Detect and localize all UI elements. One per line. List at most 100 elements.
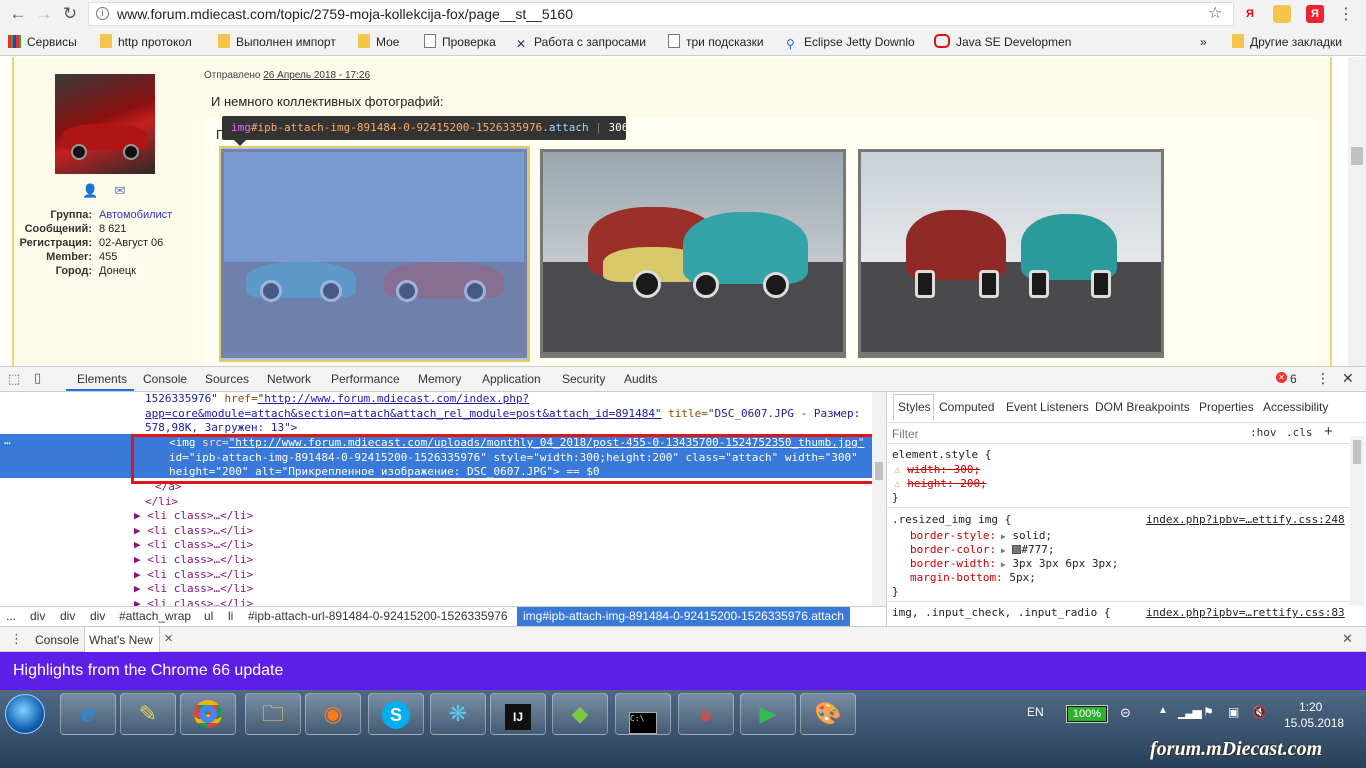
bookmark-apps[interactable]: Сервисы xyxy=(8,34,77,50)
bookmark-queries[interactable]: ✕ Работа с запросами xyxy=(516,34,646,51)
tab-performance[interactable]: Performance xyxy=(331,372,400,386)
breadcrumb-div-2[interactable]: div xyxy=(60,607,75,626)
battery-indicator[interactable]: 100% xyxy=(1066,705,1108,723)
bookmark-star-icon[interactable]: ☆ xyxy=(1208,3,1222,23)
attachment-thumbnail-3[interactable] xyxy=(858,149,1164,358)
bookmark-http[interactable]: http протокол xyxy=(100,34,192,50)
user-profile-icon[interactable]: 👤 xyxy=(82,183,98,199)
error-count[interactable]: 6 xyxy=(1290,372,1297,386)
tab-network[interactable]: Network xyxy=(267,372,311,386)
drawer-tab-whats-new[interactable]: What's New xyxy=(89,633,153,647)
avatar[interactable] xyxy=(55,74,155,174)
message-icon[interactable]: ✉ xyxy=(112,183,128,199)
flag-icon[interactable]: ⚑ xyxy=(1203,705,1214,719)
close-tab-icon[interactable]: ✕ xyxy=(164,632,173,645)
explorer-taskbar-icon[interactable]: 🗀 xyxy=(245,693,301,735)
bookmark-import[interactable]: Выполнен импорт xyxy=(218,34,336,50)
close-drawer-icon[interactable]: ✕ xyxy=(1342,631,1353,647)
address-input[interactable]: i www.forum.mdiecast.com/topic/2759-moja… xyxy=(88,2,1234,26)
tab-audits[interactable]: Audits xyxy=(624,372,657,386)
breadcrumb-selected-img[interactable]: img#ipb-attach-img-891484-0-92415200-152… xyxy=(517,607,850,626)
drawer-menu-icon[interactable]: ⋮ xyxy=(10,631,23,647)
start-button[interactable] xyxy=(5,694,45,734)
breadcrumb-attach-wrap[interactable]: #attach_wrap xyxy=(119,607,191,626)
breadcrumb-ul[interactable]: ul xyxy=(204,607,213,626)
language-indicator[interactable]: EN xyxy=(1027,705,1044,719)
css-border-color[interactable]: border-color: ▶ #777; xyxy=(910,543,1054,558)
breadcrumb-div-3[interactable]: div xyxy=(90,607,105,626)
styles-filter-input[interactable]: Filter :hov .cls + xyxy=(886,422,1366,444)
back-icon[interactable]: ← xyxy=(6,2,30,26)
reload-icon[interactable]: ↻ xyxy=(58,2,82,26)
bookmark-proverka[interactable]: Проверка xyxy=(424,34,496,50)
css-border-style[interactable]: border-style: ▶ solid; xyxy=(910,529,1052,544)
clock-time[interactable]: 1:20 xyxy=(1299,700,1322,714)
css-source-link-2[interactable]: index.php?ipbv=…rettify.css:83 xyxy=(1146,606,1345,619)
css-height-row[interactable]: ⚠ height: 200; xyxy=(894,477,987,491)
bookmark-flag-icon[interactable] xyxy=(1273,5,1291,23)
cls-toggle[interactable]: .cls xyxy=(1286,426,1313,439)
breadcrumb-more[interactable]: ... xyxy=(6,607,16,626)
notepad-taskbar-icon[interactable]: ✎ xyxy=(120,693,176,735)
cmd-taskbar-icon[interactable]: C:\ xyxy=(615,693,671,735)
menu-icon[interactable]: ⋮ xyxy=(1338,4,1354,24)
media-taskbar-icon[interactable]: ▶ xyxy=(740,693,796,735)
tab-elements[interactable]: Elements xyxy=(77,372,127,386)
tab-computed[interactable]: Computed xyxy=(939,400,994,414)
inspect-element-icon[interactable]: ⬚ xyxy=(8,371,20,387)
device-toolbar-icon[interactable]: ▯ xyxy=(34,370,41,386)
styles-scrollbar[interactable] xyxy=(1350,436,1364,606)
css-border-width[interactable]: border-width: ▶ 3px 3px 6px 3px; xyxy=(910,557,1118,572)
forward-icon[interactable]: → xyxy=(32,2,56,26)
tab-dom-breakpoints[interactable]: DOM Breakpoints xyxy=(1095,400,1190,414)
tab-console[interactable]: Console xyxy=(143,372,187,386)
archive-taskbar-icon[interactable]: ◆ xyxy=(552,693,608,735)
breadcrumb-div-1[interactable]: div xyxy=(30,607,45,626)
volume-mute-icon[interactable]: 🔇 xyxy=(1252,705,1267,719)
bookmarks-overflow-icon[interactable]: » xyxy=(1200,34,1207,50)
close-devtools-icon[interactable]: ✕ xyxy=(1342,370,1354,387)
signal-icon[interactable]: ▁▃▅ xyxy=(1178,705,1202,719)
whats-new-banner[interactable]: Highlights from the Chrome 66 update xyxy=(0,652,1366,690)
devtools-menu-icon[interactable]: ⋮ xyxy=(1316,370,1330,387)
tab-sources[interactable]: Sources xyxy=(205,372,249,386)
bookmark-javase[interactable]: Java SE Developmen xyxy=(934,34,1071,50)
snail-taskbar-icon[interactable]: ๑ xyxy=(678,693,734,735)
breadcrumb-li[interactable]: li xyxy=(228,607,233,626)
bookmark-hints[interactable]: три подсказки xyxy=(668,34,764,50)
tab-memory[interactable]: Memory xyxy=(418,372,461,386)
usb-icon[interactable]: ▣ xyxy=(1228,705,1239,719)
ie-taskbar-icon[interactable]: e xyxy=(60,693,116,735)
clock-date[interactable]: 15.05.2018 xyxy=(1284,716,1344,730)
css-width-row[interactable]: ⚠ width: 300; xyxy=(894,463,980,477)
skype-taskbar-icon[interactable]: S xyxy=(368,693,424,735)
drawer-tab-console[interactable]: Console xyxy=(35,633,79,647)
tab-properties[interactable]: Properties xyxy=(1199,400,1254,414)
bookmark-jetty[interactable]: ⚲ Eclipse Jetty Downlo xyxy=(786,34,915,51)
chrome-taskbar-icon[interactable] xyxy=(180,693,236,735)
css-source-link[interactable]: index.php?ipbv=…ettify.css:248 xyxy=(1146,513,1345,526)
app-taskbar-icon[interactable]: ❋ xyxy=(430,693,486,735)
info-icon[interactable]: i xyxy=(96,7,109,20)
yandex-extension-icon[interactable]: Я xyxy=(1241,5,1259,23)
elements-scrollbar[interactable] xyxy=(872,392,886,606)
page-scrollbar[interactable] xyxy=(1348,57,1366,366)
tab-application[interactable]: Application xyxy=(482,372,541,386)
tab-accessibility[interactable]: Accessibility xyxy=(1263,400,1328,414)
color-swatch[interactable] xyxy=(1012,545,1022,554)
tab-styles[interactable]: Styles xyxy=(898,400,931,414)
yandex-extension-icon-2[interactable]: Я xyxy=(1306,5,1324,23)
paint-taskbar-icon[interactable]: 🎨 xyxy=(800,693,856,735)
post-date-link[interactable]: 26 Апрель 2018 - 17:26 xyxy=(263,70,370,81)
tab-security[interactable]: Security xyxy=(562,372,605,386)
power-plug-icon[interactable]: ⊝ xyxy=(1120,705,1131,721)
profile-group-value[interactable]: Автомобилист xyxy=(99,208,172,222)
error-icon[interactable]: ✕ xyxy=(1276,372,1287,383)
elements-tree[interactable]: 1526335976" href="http://www.forum.mdiec… xyxy=(0,392,872,606)
firefox-taskbar-icon[interactable]: ◉ xyxy=(305,693,361,735)
tab-event-listeners[interactable]: Event Listeners xyxy=(1006,400,1089,414)
show-hidden-icons[interactable]: ▲ xyxy=(1158,705,1168,716)
css-margin-bottom[interactable]: margin-bottom: 5px; xyxy=(910,571,1036,585)
bookmark-moe[interactable]: Мое xyxy=(358,34,399,50)
hov-toggle[interactable]: :hov xyxy=(1250,426,1277,439)
